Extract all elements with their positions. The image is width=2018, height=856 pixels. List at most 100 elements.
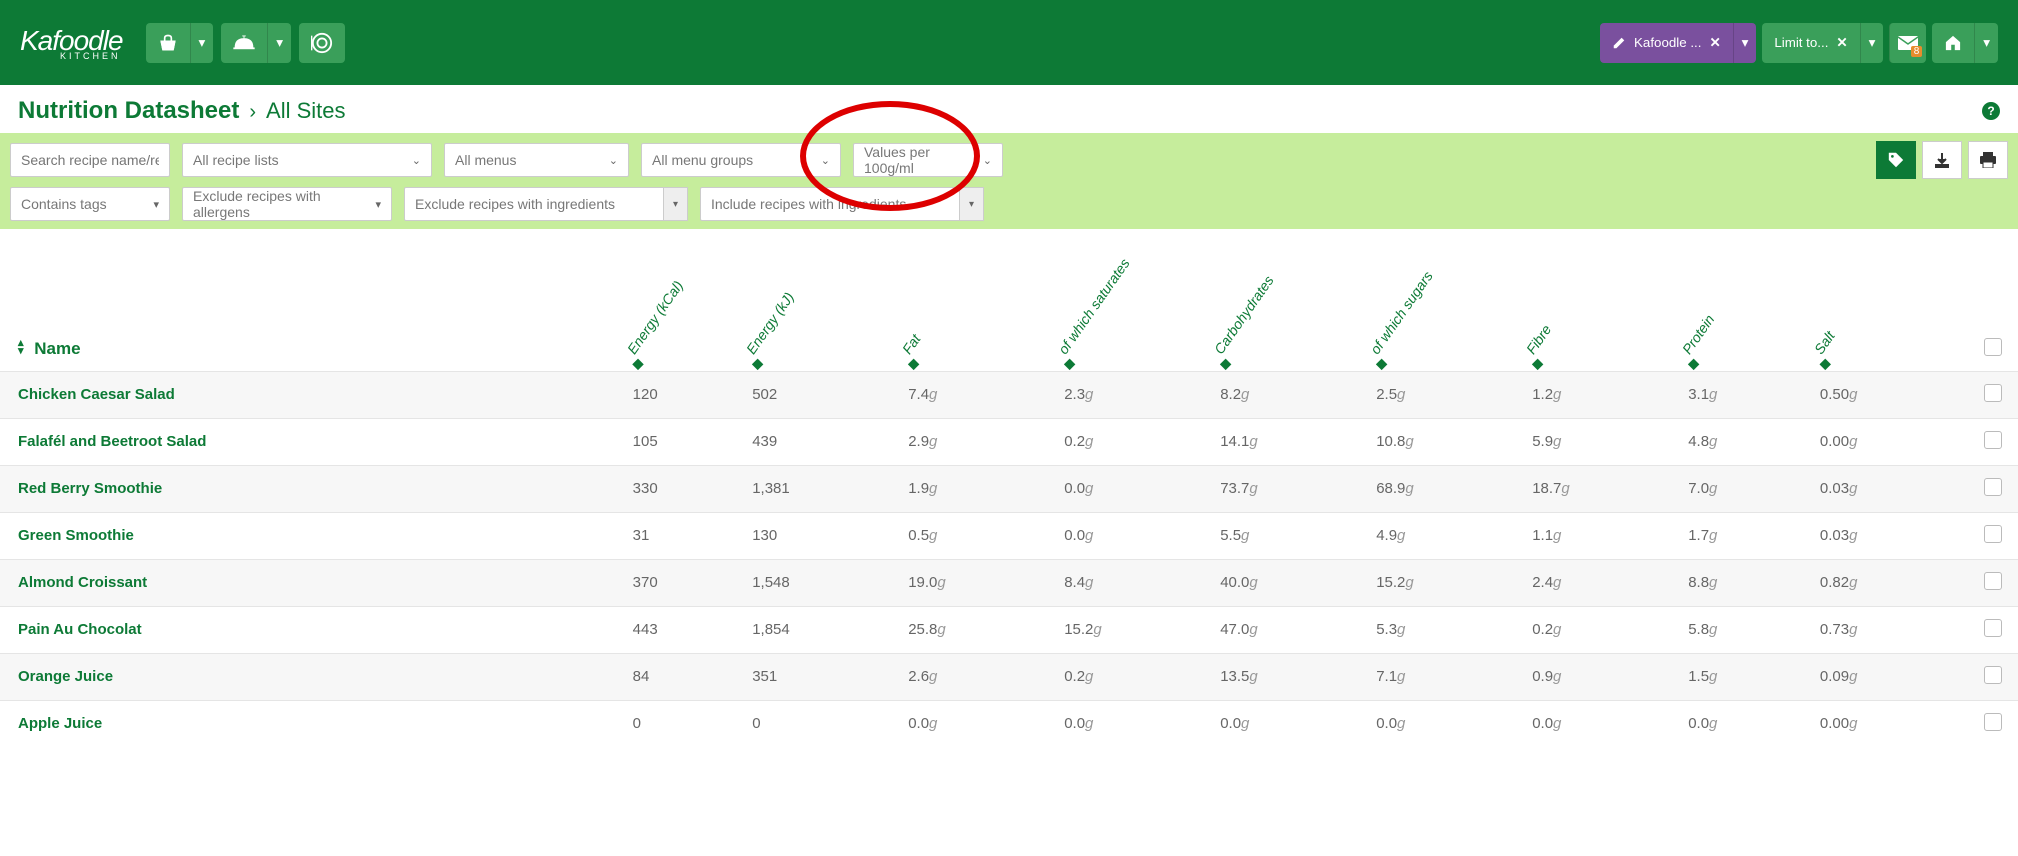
recipe-name-cell[interactable]: Chicken Caesar Salad: [0, 371, 625, 418]
col-sugars[interactable]: of which sugars◆: [1368, 241, 1524, 371]
basket-dropdown[interactable]: ▾: [190, 23, 214, 63]
menu-groups-select[interactable]: All menu groups ⌄: [641, 143, 841, 177]
value-cell: 0.0g: [1524, 700, 1680, 747]
recipe-name-cell[interactable]: Red Berry Smoothie: [0, 465, 625, 512]
caret-down-icon: ▾: [1742, 35, 1749, 51]
print-button[interactable]: [1968, 141, 2008, 179]
home-icon: [1944, 35, 1962, 51]
table-row: Almond Croissant3701,54819.0g8.4g40.0g15…: [0, 559, 2018, 606]
account-button[interactable]: Kafoodle ... ✕: [1600, 23, 1733, 63]
col-salt[interactable]: Salt◆: [1812, 241, 1968, 371]
value-cell: 13.5g: [1212, 653, 1368, 700]
download-icon: [1934, 152, 1950, 168]
recipe-name-cell[interactable]: Almond Croissant: [0, 559, 625, 606]
recipe-name-cell[interactable]: Falafél and Beetroot Salad: [0, 418, 625, 465]
col-fibre[interactable]: Fibre◆: [1524, 241, 1680, 371]
logo[interactable]: Kafoodle KITCHEN: [20, 25, 123, 61]
value-cell: 370: [625, 559, 745, 606]
chevron-down-icon: ⌄: [609, 154, 618, 167]
col-label: Energy (kJ): [743, 289, 797, 357]
exclude-ingredients-dropdown[interactable]: ▾: [664, 187, 688, 221]
basket-button[interactable]: [146, 23, 190, 63]
select-label: Exclude recipes with ingredients: [415, 196, 615, 212]
value-cell: 0.2g: [1056, 418, 1212, 465]
exclude-allergens-select[interactable]: Exclude recipes with allergens ▾: [182, 187, 392, 221]
col-name[interactable]: ▴▾ Name: [0, 241, 625, 371]
row-checkbox[interactable]: [1984, 572, 2002, 590]
diamond-icon: ◆: [1220, 355, 1230, 365]
select-label: Values per 100g/ml: [864, 144, 983, 176]
download-button[interactable]: [1922, 141, 1962, 179]
value-cell: 0.00g: [1812, 418, 1968, 465]
plate-button[interactable]: [299, 23, 345, 63]
help-icon[interactable]: ?: [1982, 102, 2000, 120]
col-energy-kj[interactable]: Energy (kJ)◆: [744, 241, 900, 371]
value-cell: 1.2g: [1524, 371, 1680, 418]
col-saturates[interactable]: of which saturates◆: [1056, 241, 1212, 371]
value-cell: 18.7g: [1524, 465, 1680, 512]
col-fat[interactable]: Fat◆: [900, 241, 1056, 371]
value-cell: 3.1g: [1680, 371, 1812, 418]
breadcrumb: Nutrition Datasheet › All Sites: [18, 97, 346, 125]
account-dropdown[interactable]: ▾: [1733, 23, 1757, 63]
recipe-name-cell[interactable]: Pain Au Chocolat: [0, 606, 625, 653]
value-cell: 84: [625, 653, 745, 700]
limit-button-group: Limit to... ✕ ▾: [1762, 23, 1883, 63]
row-checkbox[interactable]: [1984, 713, 2002, 731]
menus-select[interactable]: All menus ⌄: [444, 143, 629, 177]
exclude-ingredients-select[interactable]: Exclude recipes with ingredients: [404, 187, 664, 221]
table-row: Falafél and Beetroot Salad1054392.9g0.2g…: [0, 418, 2018, 465]
value-cell: 105: [625, 418, 745, 465]
nutrition-table: ▴▾ Name Energy (kCal)◆ Energy (kJ)◆ Fat◆…: [0, 241, 2018, 747]
include-ingredients-select[interactable]: Include recipes with ingredients: [700, 187, 960, 221]
value-cell: 73.7g: [1212, 465, 1368, 512]
value-cell: 0.0g: [1056, 512, 1212, 559]
table-row: Orange Juice843512.6g0.2g13.5g7.1g0.9g1.…: [0, 653, 2018, 700]
col-protein[interactable]: Protein◆: [1680, 241, 1812, 371]
row-checkbox[interactable]: [1984, 525, 2002, 543]
caret-down-icon: ▾: [199, 35, 206, 51]
include-ingredients-dropdown[interactable]: ▾: [960, 187, 984, 221]
cloche-dropdown[interactable]: ▾: [267, 23, 291, 63]
tag-action-button[interactable]: [1876, 141, 1916, 179]
select-label: Contains tags: [21, 196, 107, 212]
breadcrumb-sub[interactable]: All Sites: [266, 98, 345, 124]
recipe-name-cell[interactable]: Green Smoothie: [0, 512, 625, 559]
recipe-name-cell[interactable]: Orange Juice: [0, 653, 625, 700]
col-energy-kcal[interactable]: Energy (kCal)◆: [625, 241, 745, 371]
search-input[interactable]: [10, 143, 170, 177]
page-title[interactable]: Nutrition Datasheet: [18, 97, 239, 125]
row-checkbox[interactable]: [1984, 431, 2002, 449]
tag-icon: [1887, 151, 1905, 169]
limit-dropdown[interactable]: ▾: [1860, 23, 1884, 63]
data-table-wrap: ▴▾ Name Energy (kCal)◆ Energy (kJ)◆ Fat◆…: [0, 241, 2018, 747]
row-checkbox[interactable]: [1984, 619, 2002, 637]
col-carbs[interactable]: Carbohydrates◆: [1212, 241, 1368, 371]
values-per-select[interactable]: Values per 100g/ml ⌄: [853, 143, 1003, 177]
print-icon: [1979, 152, 1997, 168]
value-cell: 10.8g: [1368, 418, 1524, 465]
home-dropdown[interactable]: ▾: [1974, 23, 1998, 63]
cloche-button[interactable]: [221, 23, 267, 63]
row-checkbox[interactable]: [1984, 666, 2002, 684]
caret-down-icon: ▾: [375, 198, 381, 211]
row-checkbox[interactable]: [1984, 478, 2002, 496]
recipe-lists-select[interactable]: All recipe lists ⌄: [182, 143, 432, 177]
value-cell: 1,548: [744, 559, 900, 606]
value-cell: 7.0g: [1680, 465, 1812, 512]
contains-tags-select[interactable]: Contains tags ▾: [10, 187, 170, 221]
select-all-checkbox[interactable]: [1984, 338, 2002, 356]
value-cell: 7.4g: [900, 371, 1056, 418]
mail-button[interactable]: 8: [1889, 23, 1926, 63]
limit-button[interactable]: Limit to... ✕: [1762, 23, 1859, 63]
table-row: Apple Juice000.0g0.0g0.0g0.0g0.0g0.0g0.0…: [0, 700, 2018, 747]
home-button[interactable]: [1932, 23, 1974, 63]
caret-down-icon: ▾: [153, 198, 159, 211]
value-cell: 7.1g: [1368, 653, 1524, 700]
include-ingredients-combo: Include recipes with ingredients ▾: [700, 187, 984, 221]
value-cell: 0.09g: [1812, 653, 1968, 700]
row-checkbox[interactable]: [1984, 384, 2002, 402]
select-label: All menus: [455, 152, 516, 168]
recipe-name-cell[interactable]: Apple Juice: [0, 700, 625, 747]
col-label: Salt: [1811, 328, 1838, 357]
